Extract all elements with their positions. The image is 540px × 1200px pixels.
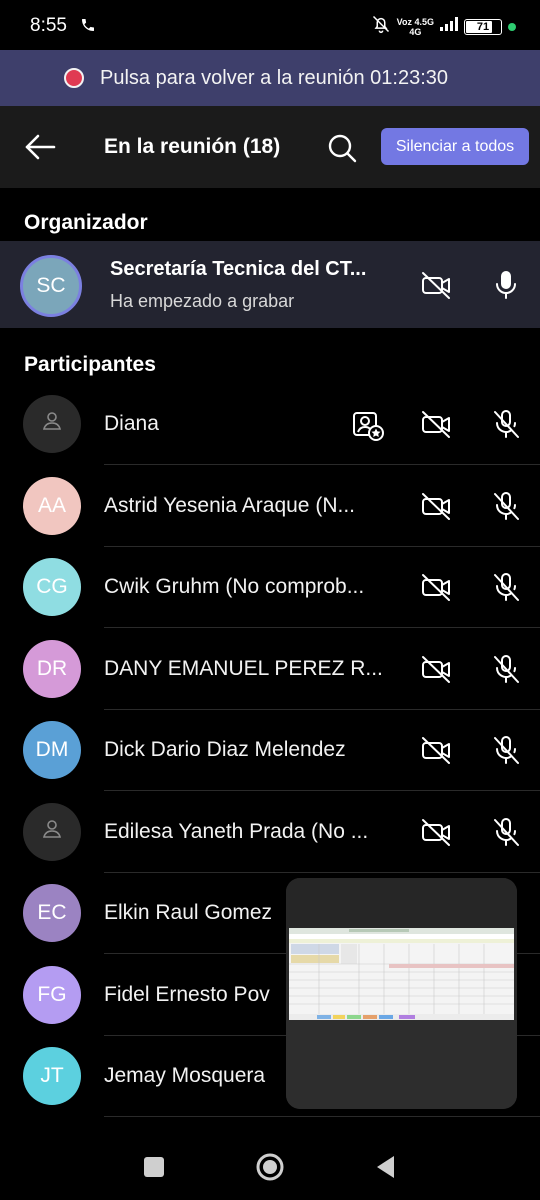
participant-name: DANY EMANUEL PEREZ R... — [104, 656, 383, 680]
participant-name: Jemay Mosquera — [104, 1064, 266, 1087]
page-title: En la reunión (18) — [104, 135, 281, 158]
microphone-muted-icon — [490, 408, 522, 440]
avatar-initials: EC — [37, 901, 67, 924]
avatar: EC — [23, 884, 81, 942]
participants-section-title: Participantes — [24, 353, 156, 376]
participant-name: Cwik Gruhm (No comprob... — [104, 575, 365, 598]
avatar-initials: JT — [40, 1064, 64, 1087]
avatar-initials: DM — [35, 738, 69, 761]
camera-off-icon — [420, 734, 452, 766]
network-top-label: Voz 4.5G — [396, 16, 434, 27]
camera-off-icon — [420, 490, 452, 522]
avatar-initials: FG — [37, 982, 67, 1006]
participant-name: Diana — [104, 412, 159, 435]
avatar-initials: CG — [36, 575, 68, 598]
network-bottom-label: 4G — [409, 26, 422, 37]
microphone-muted-icon — [490, 816, 522, 848]
avatar: CG — [23, 558, 81, 616]
person-icon — [41, 410, 63, 438]
microphone-muted-icon — [490, 571, 522, 603]
avatar — [23, 802, 81, 861]
back-arrow-icon[interactable] — [22, 132, 58, 162]
avatar-initials: AA — [37, 493, 66, 517]
phone-call-icon — [80, 17, 96, 38]
shared-screen-preview — [289, 928, 514, 1020]
organizer-status: Ha empezado a grabar — [110, 291, 295, 311]
battery-icon: 71 — [464, 18, 502, 35]
microphone-muted-icon — [490, 734, 522, 766]
row-divider — [104, 1116, 540, 1117]
navigation-bar — [0, 1135, 540, 1200]
search-icon[interactable] — [326, 132, 358, 164]
home-icon[interactable] — [254, 1151, 286, 1183]
camera-off-icon — [420, 816, 452, 848]
mute-all-button[interactable]: Silenciar a todos — [381, 128, 529, 165]
camera-off-icon — [420, 408, 452, 440]
microphone-muted-icon — [490, 490, 522, 522]
person-icon — [41, 818, 63, 846]
avatar: JT — [23, 1047, 81, 1105]
signal-icon — [440, 17, 458, 36]
participant-row[interactable]: Edilesa Yaneth Prada (No ... — [0, 792, 540, 873]
participant-name: Dick Dario Diaz Melendez — [104, 738, 346, 761]
participant-name: Astrid Yesenia Araque (N... — [104, 493, 355, 517]
battery-level: 71 — [476, 20, 490, 33]
network-type: Voz 4.5G 4G — [397, 17, 434, 37]
microphone-muted-icon — [490, 653, 522, 685]
camera-off-icon — [420, 653, 452, 685]
avatar: DM — [23, 721, 81, 779]
status-bar: 8:55 Voz 4.5G 4G 71 — [0, 0, 540, 54]
participant-name: Elkin Raul Gomez — [104, 901, 273, 924]
back-icon[interactable] — [372, 1153, 404, 1185]
status-time: 8:55 — [30, 15, 67, 36]
participant-row[interactable]: DR DANY EMANUEL PEREZ R... — [0, 629, 540, 710]
participant-name: Fidel Ernesto Pov — [104, 982, 270, 1006]
avatar: SC — [20, 255, 82, 317]
recent-apps-icon[interactable] — [140, 1153, 172, 1185]
avatar: AA — [23, 476, 81, 535]
organizer-name: Secretaría Tecnica del CT... — [110, 258, 367, 280]
recording-icon — [64, 68, 84, 88]
organizer-section-title: Organizador — [24, 211, 148, 234]
silent-bell-icon — [371, 14, 391, 39]
participant-row[interactable]: AA Astrid Yesenia Araque (N... — [0, 466, 540, 547]
avatar-initials: DR — [36, 656, 68, 680]
avatar — [23, 395, 81, 453]
spotlight-icon[interactable] — [351, 408, 385, 442]
organizer-row[interactable]: SC Secretaría Tecnica del CT... Ha empez… — [0, 241, 540, 328]
banner-text: Pulsa para volver a la reunión 01:23:30 — [100, 66, 449, 89]
picture-in-picture-window[interactable] — [286, 878, 517, 1109]
avatar: FG — [23, 965, 81, 1024]
camera-off-icon — [420, 269, 452, 301]
participant-row[interactable]: Diana — [0, 384, 540, 465]
participant-name: Edilesa Yaneth Prada (No ... — [104, 819, 369, 843]
active-indicator-dot — [508, 22, 516, 31]
camera-off-icon — [420, 571, 452, 603]
return-to-meeting-banner[interactable]: Pulsa para volver a la reunión 01:23:30 — [0, 50, 540, 106]
participant-row[interactable]: CG Cwik Gruhm (No comprob... — [0, 547, 540, 628]
microphone-icon — [490, 269, 522, 301]
avatar: DR — [23, 639, 81, 698]
avatar-initials: SC — [36, 274, 66, 297]
participant-row[interactable]: DM Dick Dario Diaz Melendez — [0, 710, 540, 791]
